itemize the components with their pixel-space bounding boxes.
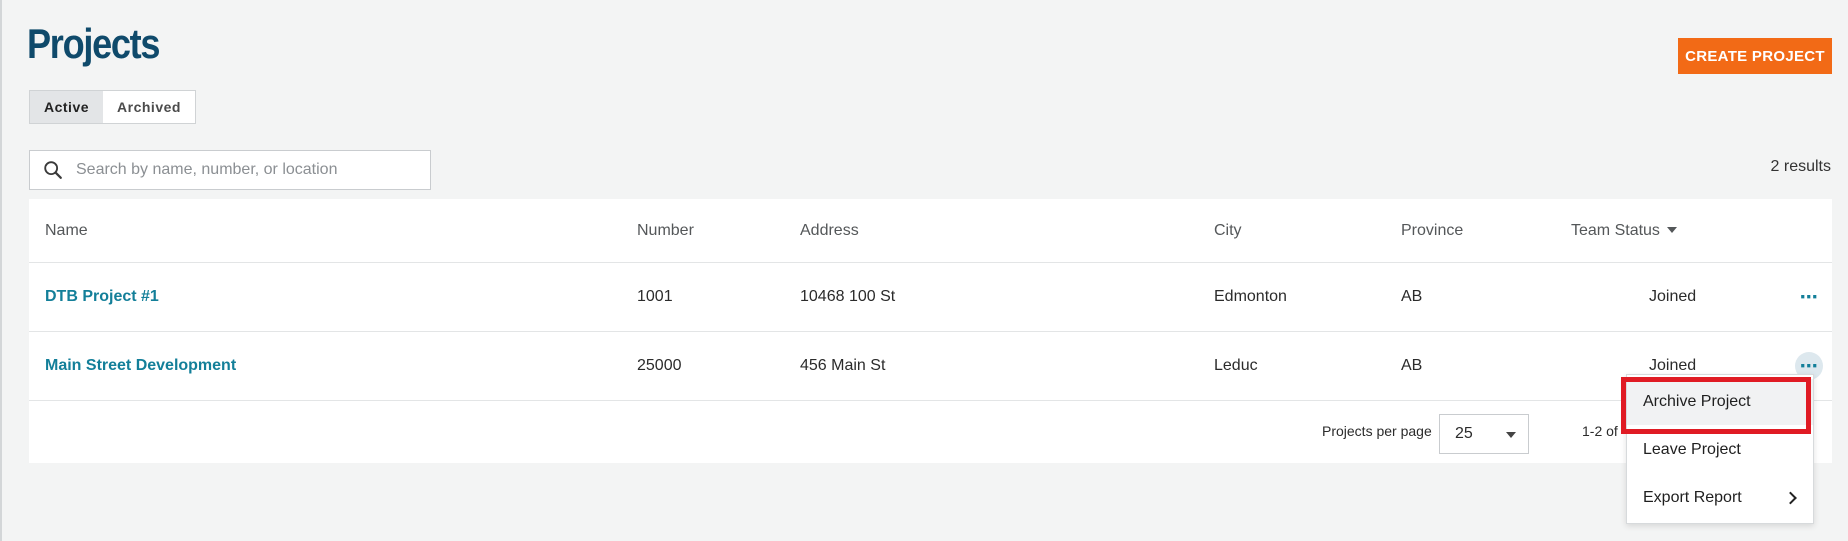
project-team-status: Joined bbox=[1649, 288, 1697, 305]
table-header-row: Name Number Address City Province Team S… bbox=[29, 199, 1832, 263]
column-header-team-status-label: Team Status bbox=[1571, 221, 1660, 239]
projects-page: Projects CREATE PROJECT Active Archived … bbox=[0, 0, 1848, 541]
menu-item-label: Leave Project bbox=[1643, 441, 1741, 458]
page-title: Projects bbox=[27, 20, 161, 67]
more-horizontal-icon: ⋯ bbox=[1799, 287, 1819, 307]
tab-archived[interactable]: Archived bbox=[103, 91, 195, 123]
project-number: 1001 bbox=[637, 288, 673, 305]
per-page-label: Projects per page bbox=[1322, 423, 1432, 439]
project-city: Leduc bbox=[1214, 357, 1258, 374]
column-header-city[interactable]: City bbox=[1214, 222, 1242, 240]
column-header-province[interactable]: Province bbox=[1401, 222, 1463, 240]
search-box[interactable] bbox=[29, 150, 431, 190]
project-address: 456 Main St bbox=[800, 357, 886, 374]
search-icon bbox=[44, 161, 62, 179]
pagination-bar: Projects per page 25 1-2 of bbox=[29, 401, 1832, 463]
menu-item-label: Export Report bbox=[1643, 489, 1742, 506]
project-team-status: Joined bbox=[1649, 357, 1697, 374]
pagination-range: 1-2 of bbox=[1582, 423, 1618, 439]
chevron-down-icon bbox=[1506, 432, 1516, 438]
column-header-address[interactable]: Address bbox=[800, 222, 859, 240]
tab-active[interactable]: Active bbox=[30, 91, 104, 123]
menu-item-label: Archive Project bbox=[1643, 393, 1751, 410]
menu-item-archive-project[interactable]: Archive Project bbox=[1627, 379, 1813, 425]
row-actions-menu: Archive Project Leave Project Export Rep… bbox=[1626, 374, 1814, 524]
project-name-link[interactable]: Main Street Development bbox=[45, 357, 236, 375]
sort-caret-icon bbox=[1666, 227, 1677, 234]
chevron-right-icon bbox=[1784, 491, 1797, 505]
menu-item-leave-project[interactable]: Leave Project bbox=[1627, 427, 1813, 473]
project-province: AB bbox=[1401, 357, 1423, 374]
column-header-team-status[interactable]: Team Status bbox=[1571, 222, 1677, 240]
per-page-select[interactable]: 25 bbox=[1439, 414, 1529, 454]
results-count: 2 results bbox=[1770, 158, 1831, 175]
table-row: Main Street Development 25000 456 Main S… bbox=[29, 332, 1832, 401]
project-province: AB bbox=[1401, 288, 1423, 305]
project-number: 25000 bbox=[637, 357, 682, 374]
column-header-number[interactable]: Number bbox=[637, 222, 694, 240]
search-input[interactable] bbox=[74, 152, 414, 188]
create-project-button[interactable]: CREATE PROJECT bbox=[1678, 38, 1832, 74]
project-status-tabs: Active Archived bbox=[29, 90, 196, 124]
projects-table: Name Number Address City Province Team S… bbox=[29, 199, 1832, 463]
column-header-name[interactable]: Name bbox=[45, 222, 88, 240]
project-city: Edmonton bbox=[1214, 288, 1287, 305]
project-name-link[interactable]: DTB Project #1 bbox=[45, 288, 159, 306]
table-row: DTB Project #1 1001 10468 100 St Edmonto… bbox=[29, 263, 1832, 332]
menu-item-export-report[interactable]: Export Report bbox=[1627, 475, 1813, 521]
project-address: 10468 100 St bbox=[800, 288, 896, 305]
per-page-value: 25 bbox=[1455, 425, 1473, 442]
row-actions-button[interactable]: ⋯ bbox=[1795, 283, 1823, 311]
